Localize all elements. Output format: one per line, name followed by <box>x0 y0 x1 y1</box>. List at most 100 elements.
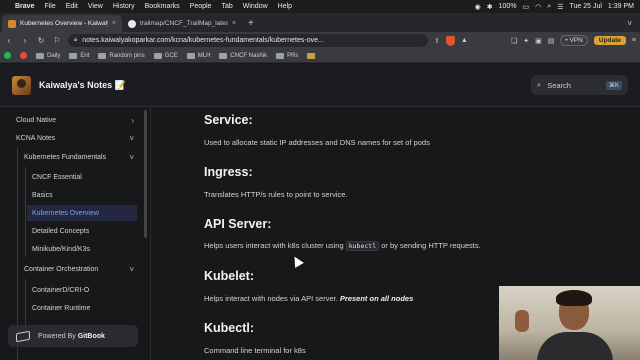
menu-help[interactable]: Help <box>278 3 292 10</box>
update-button[interactable]: Update <box>593 36 626 45</box>
menu-app-name[interactable]: Brave <box>15 3 34 10</box>
sidebar-item-label: Minikube/Kind/K3s <box>32 245 90 253</box>
powered-by-label: Powered By GitBook <box>38 332 105 340</box>
browser-tab-strip: Kubernetes Overview - Kaiwaly × trailmap… <box>0 13 640 32</box>
bookmark-extra[interactable] <box>307 52 316 59</box>
chevron-right-icon[interactable]: › <box>131 116 134 125</box>
menu-people[interactable]: People <box>190 3 212 10</box>
sidebar-item-container-runtime[interactable]: Container Runtime <box>0 300 142 316</box>
site-title[interactable]: Kaiwalya's Notes 📝 <box>39 80 126 91</box>
sidebar-item-cncf-essential[interactable]: CNCF Essential <box>0 169 142 185</box>
spotify-icon <box>4 52 11 59</box>
sidebar-item-cloud-native[interactable]: Cloud Native › <box>0 112 142 128</box>
reload-button[interactable]: ↻ <box>36 36 46 45</box>
sidebar-nav: Cloud Native › KCNA Notes ˅ Kubernetes F… <box>0 107 151 360</box>
menu-edit[interactable]: Edit <box>66 3 78 10</box>
search-button[interactable]: ⌕ Search ⌘K <box>531 75 628 95</box>
powered-by-gitbook-link[interactable]: Powered By GitBook <box>8 325 138 347</box>
bookmark-folder-ent[interactable]: Ent <box>69 52 90 59</box>
bookmark-label: PRs <box>287 52 299 59</box>
bookmark-folder-mlh[interactable]: MLH <box>186 52 211 59</box>
sidebar-scrollbar[interactable] <box>144 110 147 238</box>
bookmark-youtube[interactable] <box>20 52 27 59</box>
sidebar-item-label: Container Runtime <box>32 304 91 312</box>
tab-kubernetes-overview[interactable]: Kubernetes Overview - Kaiwaly × <box>2 15 122 32</box>
battery-percent[interactable]: 100% <box>499 3 517 10</box>
bookmark-label: MLH <box>197 52 211 59</box>
vpn-button[interactable]: • VPN <box>560 35 588 46</box>
paragraph-text: Helps users interact with k8s cluster us… <box>204 241 346 250</box>
chevron-down-icon[interactable]: ˅ <box>129 134 134 143</box>
rewards-icon[interactable]: ▲ <box>461 37 468 44</box>
menu-file[interactable]: File <box>44 3 55 10</box>
bookmark-folder-random-pins[interactable]: Random pins <box>98 52 145 59</box>
close-tab-icon[interactable]: × <box>232 20 236 27</box>
github-icon <box>128 19 136 28</box>
sidebar-item-container-orchestration[interactable]: Container Orchestration ˅ <box>0 261 142 277</box>
tab-list-chevron-icon[interactable]: ˅ <box>619 19 640 32</box>
menubar-date[interactable]: Tue 25 Jul <box>569 3 601 10</box>
bookmark-folder-daily[interactable]: Daily <box>36 52 61 59</box>
search-icon[interactable]: ⌕ <box>547 3 551 11</box>
brave-shield-icon[interactable] <box>445 35 455 46</box>
wallet-icon[interactable]: ▤ <box>548 37 555 45</box>
presenter-body <box>537 332 613 360</box>
tab-trailmap[interactable]: trailmap/CNCF_TrailMap_latest.png × <box>122 15 242 32</box>
share-icon[interactable]: ⇪ <box>434 37 440 45</box>
bluetooth-icon[interactable]: ✱ <box>487 3 493 11</box>
bookmarks-bar: Daily Ent Random pins GCE MLH CNCF Nashi… <box>0 49 640 63</box>
menu-window[interactable]: Window <box>243 3 268 10</box>
new-tab-button[interactable]: + <box>242 18 260 32</box>
menu-tab[interactable]: Tab <box>221 3 232 10</box>
bookmark-folder-cncf-nashik[interactable]: CNCF Nashik <box>219 52 267 59</box>
menu-icon[interactable]: ≡ <box>632 37 636 44</box>
menubar-time[interactable]: 1:39 PM <box>608 3 634 10</box>
sidebar-item-label: Kubernetes Fundamentals <box>24 153 107 161</box>
close-tab-icon[interactable]: × <box>112 20 116 27</box>
bookmark-spotify[interactable] <box>4 52 11 59</box>
sidebar-item-kubernetes-fundamentals[interactable]: Kubernetes Fundamentals ˅ <box>0 149 142 165</box>
presenter-hair <box>556 290 592 306</box>
bookmark-icon[interactable]: ⚐ <box>52 36 62 45</box>
paragraph-kubelet: Helps interact with nodes via API server… <box>204 294 413 303</box>
bookmark-folder-gce[interactable]: GCE <box>153 52 178 59</box>
address-bar[interactable]: 🔒︎ notes.kaiwalyakoparkar.com/kcna/kuber… <box>68 34 428 47</box>
sidebar-item-kcna-notes[interactable]: KCNA Notes ˅ <box>0 130 142 146</box>
screenshot-icon[interactable]: ▣ <box>535 37 542 45</box>
sidebar-item-minikube-kind-k3s[interactable]: Minikube/Kind/K3s <box>0 241 142 257</box>
heading-kubectl: Kubectl: <box>204 321 254 335</box>
puzzle-icon[interactable]: ✦ <box>523 37 529 45</box>
site-logo-avatar[interactable] <box>12 75 31 95</box>
wifi-icon[interactable]: ◠ <box>535 3 541 11</box>
control-center-icon[interactable]: ☰ <box>557 3 563 11</box>
sidebar-item-detailed-concepts[interactable]: Detailed Concepts <box>0 223 142 239</box>
search-icon: ⌕ <box>537 80 542 89</box>
sidebar-item-kubernetes-overview[interactable]: Kubernetes Overview <box>27 205 137 221</box>
battery-icon[interactable]: ▭ <box>523 3 530 11</box>
menu-bookmarks[interactable]: Bookmarks <box>145 3 180 10</box>
record-icon[interactable]: ◉ <box>475 3 481 11</box>
site-header: Kaiwalya's Notes 📝 ⌕ Search ⌘K <box>0 64 640 107</box>
sidebar-item-basics[interactable]: Basics <box>0 187 142 203</box>
bookmark-folder-prs[interactable]: PRs <box>276 52 299 59</box>
bookmark-label: Daily <box>47 52 61 59</box>
menu-history[interactable]: History <box>113 3 135 10</box>
forward-button[interactable]: › <box>20 36 30 45</box>
chevron-down-icon[interactable]: ˅ <box>129 265 134 274</box>
heading-ingress: Ingress: <box>204 165 253 179</box>
menu-view[interactable]: View <box>88 3 103 10</box>
bookmark-label: Ent <box>80 52 90 59</box>
sidebar-item-containerd-cri-o[interactable]: ContainerD/CRI-O <box>0 282 142 298</box>
chevron-down-icon[interactable]: ˅ <box>129 153 134 162</box>
bookmark-label: GCE <box>164 52 178 59</box>
address-url[interactable]: notes.kaiwalyakoparkar.com/kcna/kubernet… <box>82 37 324 44</box>
lock-icon[interactable]: 🔒︎ <box>74 37 77 44</box>
menubar-status-area: ◉ ✱ 100% ▭ ◠ ⌕ ☰ Tue 25 Jul 1:39 PM <box>475 3 634 11</box>
heading-service: Service: <box>204 113 253 127</box>
bookmark-label: Random pins <box>109 52 145 59</box>
sidebar-item-label: KCNA Notes <box>16 134 56 142</box>
extensions-icon[interactable]: ❏ <box>511 37 517 45</box>
browser-toolbar: ‹ › ↻ ⚐ 🔒︎ notes.kaiwalyakoparkar.com/kc… <box>0 32 640 49</box>
back-button[interactable]: ‹ <box>4 36 14 45</box>
youtube-icon <box>20 52 27 59</box>
